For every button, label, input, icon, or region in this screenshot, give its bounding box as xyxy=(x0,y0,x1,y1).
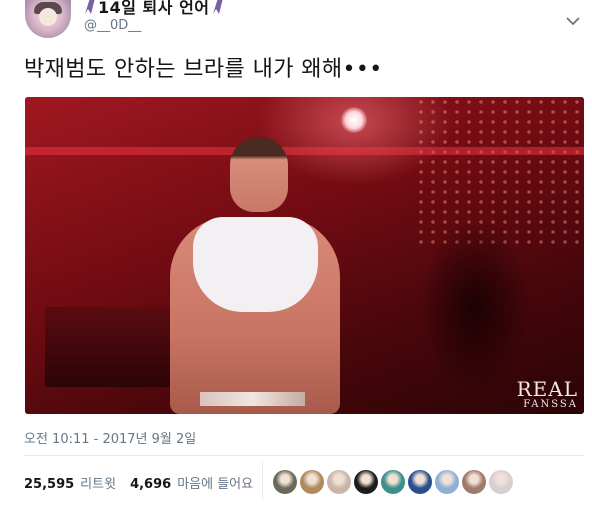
liker-avatar-8[interactable] xyxy=(462,470,486,494)
watermark-sub: FANSSA xyxy=(523,399,578,410)
author-display-name[interactable]: 14일 퇴사 언어 xyxy=(98,0,210,18)
liker-avatar-7[interactable] xyxy=(435,470,459,494)
liker-avatar-9[interactable] xyxy=(489,470,513,494)
performer-shirt xyxy=(193,217,318,312)
ribbon-icon xyxy=(84,0,96,14)
retweet-stat[interactable]: 25,595 리트윗 xyxy=(24,473,116,492)
liker-avatars xyxy=(273,470,513,494)
liker-avatar-4[interactable] xyxy=(354,470,378,494)
liker-avatar-2[interactable] xyxy=(300,470,324,494)
tweet-media-image[interactable]: REAL FANSSA xyxy=(25,97,584,414)
like-count: 4,696 xyxy=(130,476,172,492)
tweet-header: 14일 퇴사 언어 @__0D__ xyxy=(0,0,592,48)
avatar-face xyxy=(39,8,57,26)
author-name-row[interactable]: 14일 퇴사 언어 xyxy=(84,0,224,18)
media-watermark: REAL FANSSA xyxy=(517,379,578,410)
tweet-text: 박재범도 안하는 브라를 내가 왜해••• xyxy=(24,57,383,82)
spotlight xyxy=(341,107,367,133)
performer-head xyxy=(230,137,288,212)
chevron-down-icon[interactable] xyxy=(566,11,580,26)
retweet-label: 리트윗 xyxy=(80,476,117,492)
author-handle[interactable]: @__0D__ xyxy=(84,18,141,33)
liker-avatar-3[interactable] xyxy=(327,470,351,494)
liker-avatar-6[interactable] xyxy=(408,470,432,494)
liker-avatar-1[interactable] xyxy=(273,470,297,494)
tweet-timestamp[interactable]: 오전 10:11 - 2017년 9월 2일 xyxy=(24,428,196,447)
performer-belt xyxy=(200,392,305,406)
author-avatar[interactable] xyxy=(25,0,71,38)
tweet-stats: 25,595 리트윗 4,696 마음에 들어요 xyxy=(24,472,267,492)
stats-separator xyxy=(262,462,263,500)
divider xyxy=(24,455,584,456)
like-label: 마음에 들어요 xyxy=(177,476,254,492)
stage-beam xyxy=(25,147,584,155)
ribbon-icon xyxy=(212,0,224,14)
retweet-count: 25,595 xyxy=(24,476,75,492)
like-stat[interactable]: 4,696 마음에 들어요 xyxy=(130,473,253,492)
liker-avatar-5[interactable] xyxy=(381,470,405,494)
watermark-main: REAL xyxy=(516,377,578,401)
